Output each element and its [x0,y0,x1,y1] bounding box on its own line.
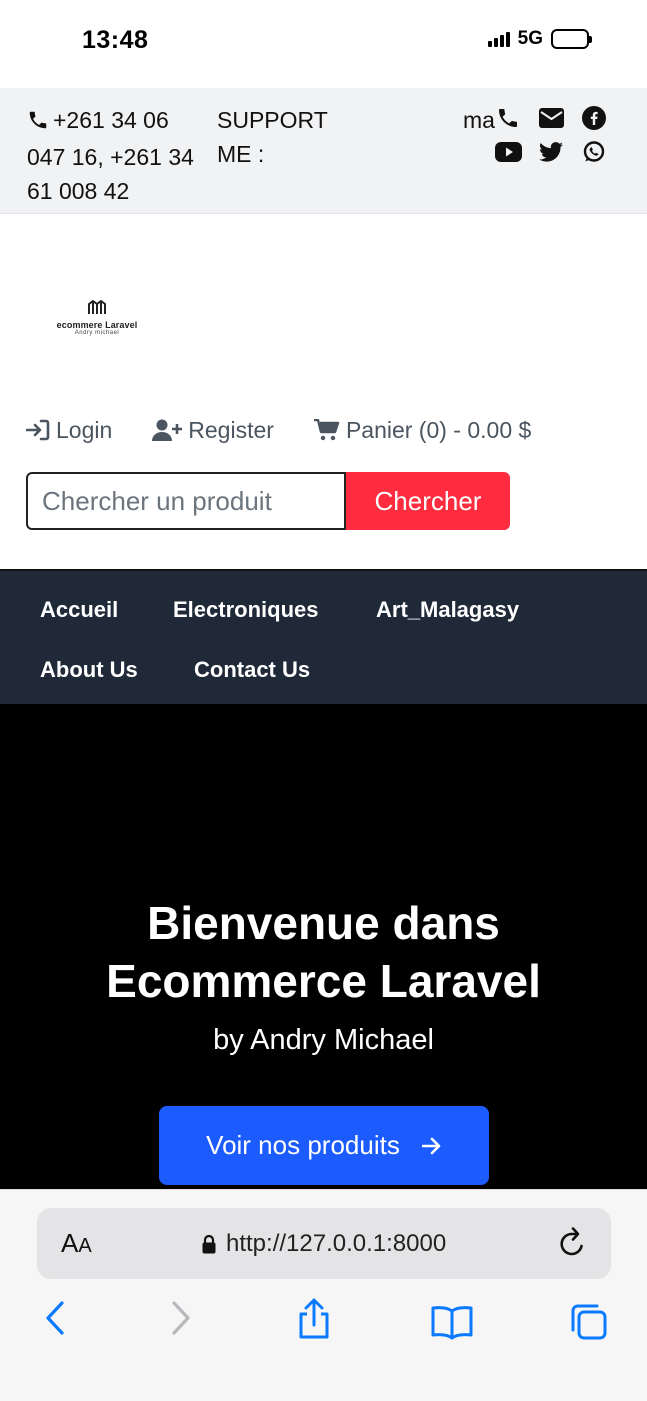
search-input[interactable] [26,472,346,530]
site-logo[interactable]: ecommere Laravel Andry michael [52,298,142,342]
reload-icon[interactable] [557,1226,587,1260]
text-size-button[interactable]: AA [61,1228,92,1259]
youtube-icon[interactable] [494,139,522,165]
url-text: http://127.0.0.1:8000 [226,1230,447,1257]
tabs-icon[interactable] [569,1302,609,1342]
nav-electroniques[interactable]: Electroniques [173,597,318,623]
network-label: 5G [517,28,543,49]
cart-icon [313,419,340,441]
account-links: Login Register Panier (0) - 0.00 $ [26,414,531,446]
status-indicators: 5G [487,28,592,50]
register-label: Register [188,416,274,443]
register-link[interactable]: Register [152,417,274,444]
twitter-icon[interactable] [537,139,565,165]
support-label: SUPPORT ME : [217,107,328,167]
cart-label: Panier (0) - 0.00 $ [345,416,532,443]
nav-art-malagasy[interactable]: Art_Malagasy [376,597,519,623]
phone-link-icon[interactable] [494,105,522,131]
user-plus-icon [152,419,183,441]
hero-section: Bienvenue dans Ecommerce Laravel by Andr… [0,704,647,1190]
lock-icon [202,1234,216,1254]
bookmarks-icon[interactable] [430,1304,474,1340]
cart-link[interactable]: Panier (0) - 0.00 $ [313,416,532,444]
whatsapp-icon[interactable] [580,139,608,165]
envelope-icon[interactable] [537,105,565,131]
battery-icon [551,29,592,49]
nav-contact-us[interactable]: Contact Us [194,657,310,683]
search-button[interactable]: Chercher [346,472,510,530]
view-products-button[interactable]: Voir nos produits [159,1106,489,1185]
back-icon[interactable] [44,1300,66,1336]
signal-icon [487,31,510,47]
url-display[interactable]: http://127.0.0.1:8000 [202,1230,446,1258]
social-icons [494,105,608,165]
forward-icon[interactable] [170,1300,192,1336]
login-link[interactable]: Login [26,417,112,444]
hero-title: Bienvenue dans Ecommerce Laravel [106,897,541,1007]
view-products-label: Voir nos produits [206,1130,400,1160]
nav-about-us[interactable]: About Us [40,657,138,683]
share-icon[interactable] [296,1298,332,1340]
mail-label: mail [463,107,495,133]
sign-in-icon [26,419,50,441]
nav-accueil[interactable]: Accueil [40,597,118,623]
logo-mark-icon [88,300,106,314]
hero-subtitle: by Andry Michael [213,1024,434,1056]
facebook-icon[interactable] [580,105,608,131]
login-label: Login [56,416,113,443]
phone-info: +261 34 06 047 16, +261 34 61 008 42 [27,103,197,208]
main-nav: Accueil Electroniques Art_Malagasy About… [0,569,647,704]
search-form: Chercher [26,472,510,530]
phone-numbers[interactable]: +261 34 06 047 16, +261 34 61 008 42 [27,107,194,204]
contact-topbar: +261 34 06 047 16, +261 34 61 008 42 SUP… [0,88,647,214]
phone-icon [27,106,49,140]
logo-subtext: Andry michael [74,330,120,336]
arrow-right-icon [421,1137,441,1154]
status-time: 13:48 [82,26,149,54]
browser-chrome: AA http://127.0.0.1:8000 [0,1189,647,1401]
address-bar[interactable]: AA http://127.0.0.1:8000 [37,1208,611,1279]
logo-text: ecommere Laravel [56,320,138,330]
status-bar: 13:48 5G [0,0,647,88]
